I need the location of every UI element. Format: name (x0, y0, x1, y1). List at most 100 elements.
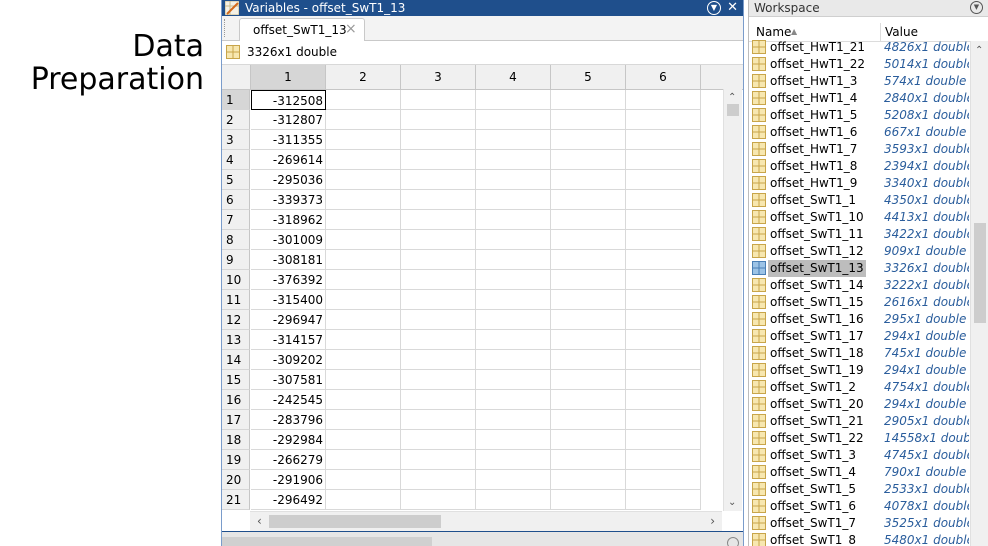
grid-cell[interactable]: -242545 (251, 390, 326, 410)
row-header[interactable]: 5 (222, 170, 250, 190)
grid-cell[interactable] (626, 330, 701, 350)
grid-cell[interactable] (551, 90, 626, 110)
grid-cell[interactable] (326, 170, 401, 190)
column-header[interactable]: 2 (326, 65, 401, 89)
column-header[interactable]: 1 (251, 65, 326, 89)
workspace-variable[interactable]: offset_SwT1_2 4754x1 double (749, 379, 969, 396)
grid-cell[interactable] (326, 150, 401, 170)
row-header[interactable]: 13 (222, 330, 250, 350)
grid-cell[interactable] (626, 410, 701, 430)
grid-cell[interactable] (626, 430, 701, 450)
workspace-variable[interactable]: offset_SwT1_17 294x1 double (749, 328, 969, 345)
grid-cell[interactable]: -301009 (251, 230, 326, 250)
grid-cell[interactable]: -318962 (251, 210, 326, 230)
workspace-variable[interactable]: offset_SwT1_16 295x1 double (749, 311, 969, 328)
grid-cell[interactable] (401, 390, 476, 410)
grid-cell[interactable] (476, 90, 551, 110)
grid-cell[interactable] (401, 210, 476, 230)
column-header[interactable]: 3 (401, 65, 476, 89)
grid-cell[interactable] (476, 310, 551, 330)
grid-cell[interactable] (551, 450, 626, 470)
workspace-variable[interactable]: offset_SwT1_5 2533x1 double (749, 481, 969, 498)
grid-cell[interactable] (476, 430, 551, 450)
grid-cell[interactable] (551, 390, 626, 410)
workspace-variable[interactable]: offset_SwT1_19 294x1 double (749, 362, 969, 379)
grid-cell[interactable] (626, 450, 701, 470)
scroll-down-icon[interactable]: ⌄ (728, 497, 736, 508)
grid-cell[interactable]: -291906 (251, 470, 326, 490)
grid-cell[interactable] (476, 450, 551, 470)
grid-cell[interactable] (476, 270, 551, 290)
row-header[interactable]: 15 (222, 370, 250, 390)
grid-cell[interactable] (326, 490, 401, 510)
grid-cell[interactable] (326, 390, 401, 410)
grid-cell[interactable] (551, 270, 626, 290)
grid-cell[interactable] (401, 110, 476, 130)
grid-cell[interactable] (326, 470, 401, 490)
grid-cell[interactable] (551, 110, 626, 130)
grid-cell[interactable] (401, 430, 476, 450)
tab-close-icon[interactable]: × (345, 21, 357, 37)
workspace-scrollbar[interactable]: ⌃ (970, 41, 988, 546)
horizontal-scrollbar[interactable]: ‹ › (250, 511, 722, 532)
panel-menu-icon[interactable]: ▼ (707, 1, 721, 15)
grid-cell[interactable] (326, 210, 401, 230)
column-header[interactable]: 6 (626, 65, 701, 89)
grid-cell[interactable] (401, 170, 476, 190)
grid-cell[interactable] (551, 330, 626, 350)
workspace-variable[interactable]: offset_SwT1_3 4745x1 double (749, 447, 969, 464)
close-icon[interactable]: ✕ (727, 0, 738, 16)
workspace-scroll-up-icon[interactable]: ⌃ (975, 45, 983, 56)
grid-cell[interactable] (401, 290, 476, 310)
grid-cell[interactable]: -314157 (251, 330, 326, 350)
grid-cell[interactable] (551, 190, 626, 210)
workspace-variable[interactable]: offset_HwT1_4 2840x1 double (749, 90, 969, 107)
workspace-variable[interactable]: offset_SwT1_6 4078x1 double (749, 498, 969, 515)
grid-cell[interactable]: -309202 (251, 350, 326, 370)
grid-cell[interactable] (551, 490, 626, 510)
grid-cell[interactable] (551, 350, 626, 370)
grid-cell[interactable] (476, 390, 551, 410)
row-header[interactable]: 3 (222, 130, 250, 150)
grid-cell[interactable] (326, 430, 401, 450)
grid-cell[interactable] (401, 350, 476, 370)
row-header[interactable]: 16 (222, 390, 250, 410)
workspace-variable[interactable]: offset_HwT1_9 3340x1 double (749, 175, 969, 192)
workspace-variable[interactable]: offset_SwT1_22 14558x1 double (749, 430, 969, 447)
row-header[interactable]: 10 (222, 270, 250, 290)
grid-cell[interactable] (401, 450, 476, 470)
grid-cell[interactable] (326, 450, 401, 470)
column-header[interactable]: 4 (476, 65, 551, 89)
workspace-variable[interactable]: offset_HwT1_6 667x1 double (749, 124, 969, 141)
grid-cell[interactable] (326, 310, 401, 330)
grid-cell[interactable]: -266279 (251, 450, 326, 470)
grid-cell[interactable] (326, 410, 401, 430)
grid-cell[interactable] (626, 390, 701, 410)
grid-cell[interactable] (401, 490, 476, 510)
grid-cell[interactable]: -269614 (251, 150, 326, 170)
grid-cell[interactable]: -315400 (251, 290, 326, 310)
grid-cell[interactable] (326, 230, 401, 250)
grid-cell[interactable] (626, 490, 701, 510)
workspace-variable[interactable]: offset_SwT1_20 294x1 double (749, 396, 969, 413)
workspace-variable[interactable]: offset_HwT1_22 5014x1 double (749, 56, 969, 73)
command-window-menu-icon[interactable] (727, 537, 739, 546)
grid-cell[interactable]: -312807 (251, 110, 326, 130)
grid-cell[interactable] (401, 270, 476, 290)
vertical-scrollbar[interactable]: ⌃ ⌄ (723, 89, 742, 511)
row-header[interactable]: 19 (222, 450, 250, 470)
grid-cell[interactable] (626, 130, 701, 150)
grid-cell[interactable] (551, 230, 626, 250)
row-header[interactable]: 18 (222, 430, 250, 450)
row-header[interactable]: 14 (222, 350, 250, 370)
grid-cell[interactable] (626, 150, 701, 170)
grid-cell[interactable] (326, 110, 401, 130)
grid-cell[interactable] (626, 250, 701, 270)
workspace-variable[interactable]: offset_HwT1_7 3593x1 double (749, 141, 969, 158)
grid-cell[interactable] (401, 150, 476, 170)
workspace-variable[interactable]: offset_HwT1_3 574x1 double (749, 73, 969, 90)
row-header[interactable]: 17 (222, 410, 250, 430)
workspace-variable[interactable]: offset_SwT1_7 3525x1 double (749, 515, 969, 532)
grid-cell[interactable] (626, 170, 701, 190)
grid-cell[interactable]: -312508 (251, 90, 326, 110)
